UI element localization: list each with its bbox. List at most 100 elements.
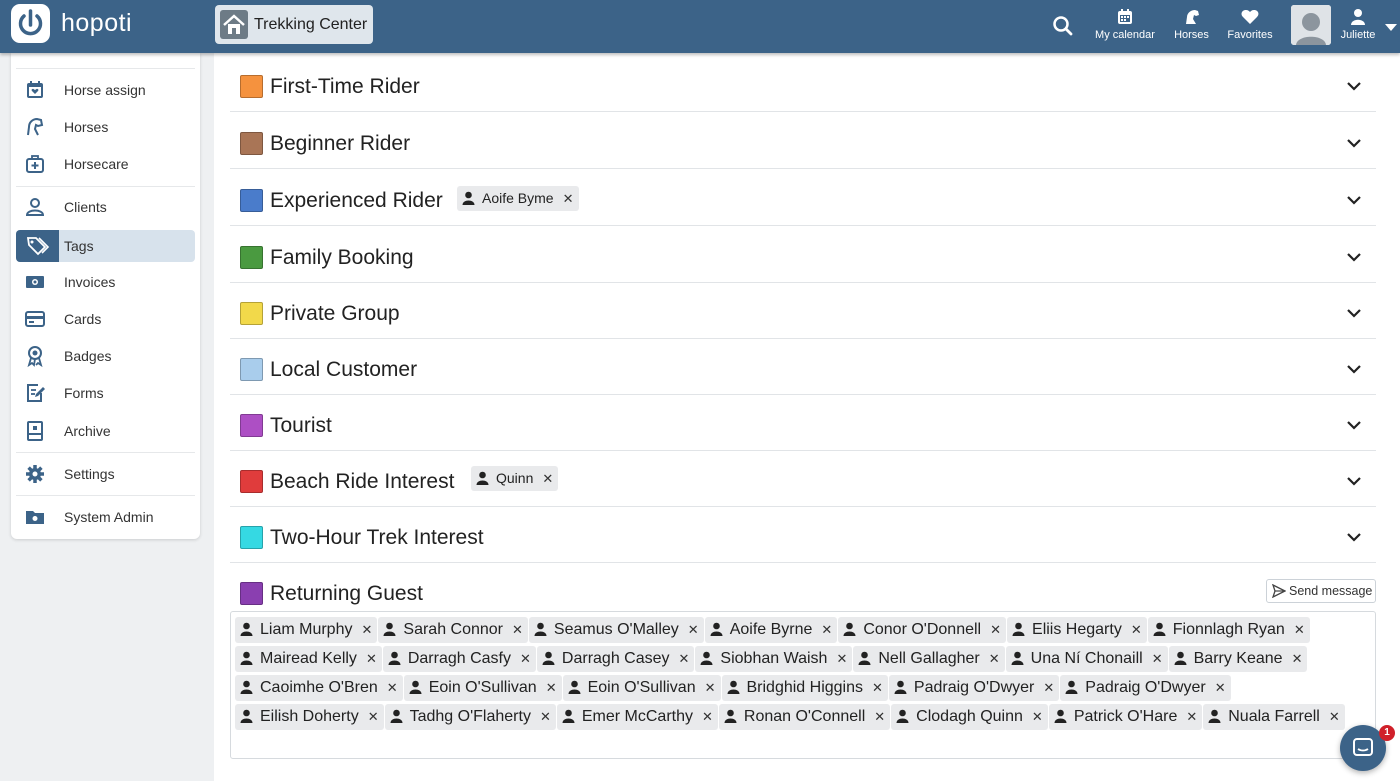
nav-horses[interactable]: Horses (1170, 8, 1213, 48)
member-chip[interactable]: Bridghid Higgins ✕ (721, 674, 888, 701)
chevron-down-icon[interactable] (1346, 249, 1362, 267)
close-icon[interactable]: ✕ (546, 675, 557, 701)
tag-row-family-booking[interactable]: Family Booking (230, 227, 1376, 283)
chevron-down-icon[interactable] (1346, 78, 1362, 96)
close-icon[interactable]: ✕ (366, 646, 377, 672)
member-chip[interactable]: Conor O'Donnell ✕ (838, 616, 1007, 643)
sidebar-item-horses[interactable]: Horses (16, 111, 195, 143)
member-chip[interactable]: Caoimhe O'Bren ✕ (235, 674, 403, 701)
avatar[interactable] (1291, 5, 1331, 45)
sidebar-item-settings[interactable]: Settings (16, 458, 195, 490)
sidebar-item-horsecare[interactable]: Horsecare (16, 148, 195, 180)
member-chip[interactable]: Liam Murphy ✕ (235, 616, 378, 643)
member-chip[interactable]: Darragh Casfy ✕ (382, 645, 536, 672)
tag-row-first-time-rider[interactable]: First-Time Rider (230, 56, 1376, 112)
hopoti-logo-icon[interactable] (11, 4, 50, 43)
close-icon[interactable]: ✕ (1152, 646, 1163, 672)
member-chip[interactable]: Clodagh Quinn ✕ (891, 703, 1048, 730)
close-icon[interactable]: ✕ (1292, 646, 1303, 672)
chevron-down-icon[interactable] (1384, 20, 1398, 38)
close-icon[interactable]: ✕ (821, 617, 832, 643)
close-icon[interactable]: ✕ (542, 466, 553, 491)
close-icon[interactable]: ✕ (368, 704, 379, 730)
nav-favorites[interactable]: Favorites (1225, 8, 1275, 48)
close-icon[interactable]: ✕ (836, 646, 847, 672)
sidebar-item-label: Invoices (64, 274, 116, 290)
close-icon[interactable]: ✕ (872, 675, 883, 701)
chevron-down-icon[interactable] (1346, 473, 1362, 491)
close-icon[interactable]: ✕ (1032, 704, 1043, 730)
close-icon[interactable]: ✕ (989, 646, 1000, 672)
member-chip[interactable]: Darragh Casey ✕ (536, 645, 695, 672)
close-icon[interactable]: ✕ (1294, 617, 1305, 643)
close-icon[interactable]: ✕ (387, 675, 398, 701)
close-icon[interactable]: ✕ (679, 646, 690, 672)
close-icon[interactable]: ✕ (1131, 617, 1142, 643)
close-icon[interactable]: ✕ (1186, 704, 1197, 730)
tag-row-two-hour-trek-interest[interactable]: Two-Hour Trek Interest (230, 507, 1376, 563)
user-menu[interactable]: Juliette (1336, 8, 1380, 48)
close-icon[interactable]: ✕ (702, 704, 713, 730)
tag-row-beach-ride-interest[interactable]: Beach Ride Interest Quinn ✕ (230, 451, 1376, 507)
sidebar-item-tags[interactable]: Tags (16, 230, 195, 262)
chevron-down-icon[interactable] (1346, 361, 1362, 379)
member-chip[interactable]: Nell Gallagher ✕ (853, 645, 1005, 672)
member-chip[interactable]: Eilish Doherty ✕ (235, 703, 384, 730)
member-chip[interactable]: Fionnlagh Ryan ✕ (1147, 616, 1310, 643)
member-chip[interactable]: Siobhan Waish ✕ (695, 645, 853, 672)
close-icon[interactable]: ✕ (874, 704, 885, 730)
member-chip[interactable]: Ronan O'Connell ✕ (718, 703, 891, 730)
sidebar-item-forms[interactable]: Forms (16, 377, 195, 409)
close-icon[interactable]: ✕ (1043, 675, 1054, 701)
member-chip[interactable]: Seamus O'Malley ✕ (528, 616, 704, 643)
member-chip[interactable]: Patrick O'Hare ✕ (1048, 703, 1203, 730)
sidebar-item-archive[interactable]: Archive (16, 415, 195, 447)
sidebar-item-invoices[interactable]: Invoices (16, 266, 195, 298)
close-icon[interactable]: ✕ (705, 675, 716, 701)
close-icon[interactable]: ✕ (990, 617, 1001, 643)
tag-row-local-customer[interactable]: Local Customer (230, 339, 1376, 395)
sidebar-item-system-admin[interactable]: System Admin (16, 501, 195, 533)
member-chip[interactable]: Nuala Farrell ✕ (1203, 703, 1345, 730)
nav-my-calendar[interactable]: My calendar (1093, 8, 1157, 48)
close-icon[interactable]: ✕ (1215, 675, 1226, 701)
member-chip[interactable]: Aoife Byrne ✕ (704, 616, 838, 643)
close-icon[interactable]: ✕ (512, 617, 523, 643)
close-icon[interactable]: ✕ (361, 617, 372, 643)
member-chip[interactable]: Mairead Kelly ✕ (235, 645, 382, 672)
chevron-down-icon[interactable] (1346, 305, 1362, 323)
member-chip[interactable]: Aoife Byme ✕ (457, 186, 579, 211)
nav-horses-label: Horses (1174, 29, 1209, 41)
send-message-button[interactable]: Send message (1266, 579, 1376, 603)
tag-row-tourist[interactable]: Tourist (230, 395, 1376, 451)
member-chip[interactable]: Eliis Hegarty ✕ (1007, 616, 1147, 643)
member-chip[interactable]: Padraig O'Dwyer ✕ (888, 674, 1060, 701)
tag-row-beginner-rider[interactable]: Beginner Rider (230, 113, 1376, 169)
member-chip[interactable]: Una Ní Chonaill ✕ (1005, 645, 1168, 672)
sidebar-item-clients[interactable]: Clients (16, 191, 195, 223)
search-icon[interactable] (1050, 13, 1076, 39)
member-chip[interactable]: Eoin O'Sullivan ✕ (562, 674, 721, 701)
member-chip[interactable]: Quinn ✕ (471, 466, 559, 491)
close-icon[interactable]: ✕ (563, 186, 574, 211)
member-chip[interactable]: Barry Keane ✕ (1168, 645, 1308, 672)
close-icon[interactable]: ✕ (520, 646, 531, 672)
member-chip[interactable]: Tadhg O'Flaherty ✕ (384, 703, 556, 730)
sidebar-item-badges[interactable]: Badges (16, 340, 195, 372)
sidebar-item-horse-assign[interactable]: Horse assign (16, 74, 195, 106)
close-icon[interactable]: ✕ (688, 617, 699, 643)
tag-row-private-group[interactable]: Private Group (230, 283, 1376, 339)
member-chip[interactable]: Eoin O'Sullivan ✕ (403, 674, 562, 701)
close-icon[interactable]: ✕ (1329, 704, 1340, 730)
chevron-down-icon[interactable] (1346, 192, 1362, 210)
chevron-down-icon[interactable] (1346, 135, 1362, 153)
sidebar-item-cards[interactable]: Cards (16, 303, 195, 335)
chevron-down-icon[interactable] (1346, 417, 1362, 435)
venue-selector[interactable]: Trekking Center (215, 5, 373, 44)
member-chip[interactable]: Emer McCarthy ✕ (556, 703, 718, 730)
member-chip[interactable]: Padraig O'Dwyer ✕ (1060, 674, 1231, 701)
close-icon[interactable]: ✕ (540, 704, 551, 730)
member-chip[interactable]: Sarah Connor ✕ (378, 616, 528, 643)
tag-row-experienced-rider[interactable]: Experienced Rider Aoife Byme ✕ (230, 170, 1376, 226)
chevron-down-icon[interactable] (1346, 529, 1362, 547)
